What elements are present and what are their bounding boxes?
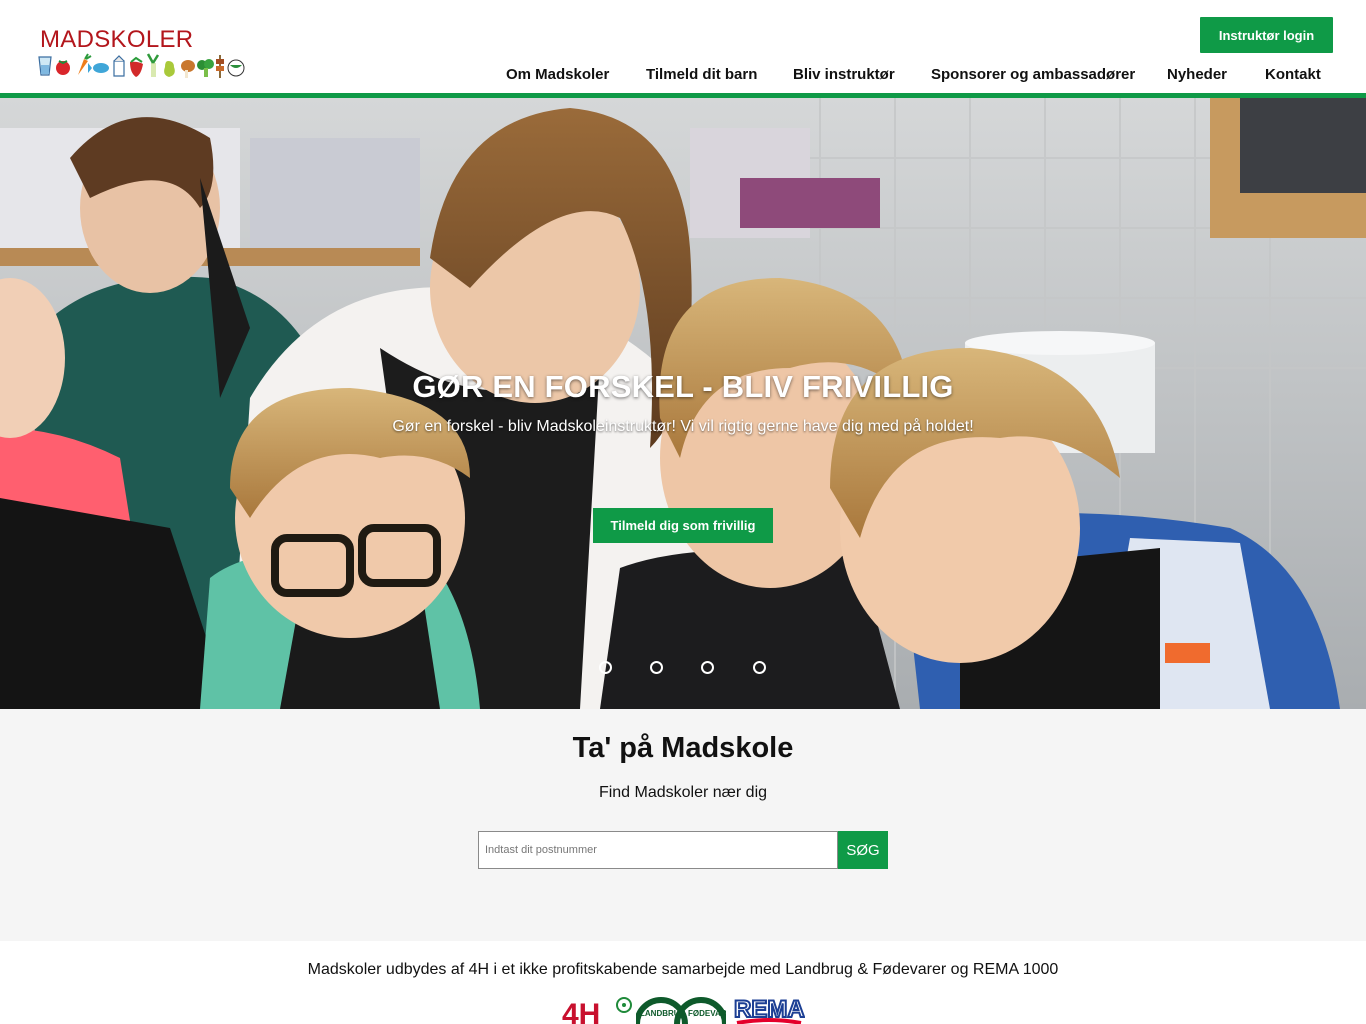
- postcode-search-input[interactable]: [478, 831, 838, 869]
- nav-item-nyheder[interactable]: Nyheder: [1167, 66, 1227, 83]
- slide-dot-2[interactable]: [650, 661, 663, 674]
- section-subtitle: Find Madskoler nær dig: [598, 784, 768, 801]
- slide-dot-1[interactable]: [599, 661, 612, 674]
- partners-statement: Madskoler udbydes af 4H i et ikke profit…: [307, 961, 1059, 978]
- logo-wordmark: MADSKOLER: [40, 26, 194, 53]
- partners-strip: Madskoler udbydes af 4H i et ikke profit…: [0, 941, 1366, 1024]
- nav-item-om-madskoler[interactable]: Om Madskoler: [506, 66, 609, 83]
- landbrug-logo-text: LANDBRUG FØDEVARER: [640, 1009, 726, 1018]
- signup-volunteer-button[interactable]: Tilmeld dig som frivillig: [593, 508, 773, 543]
- nav-item-tilmeld-dit-barn[interactable]: Tilmeld dit barn: [646, 66, 757, 83]
- nav-item-sponsorer[interactable]: Sponsorer og ambassadører: [931, 66, 1135, 83]
- slide-dot-3[interactable]: [701, 661, 714, 674]
- hero-subtitle: Gør en forskel - bliv Madskoleinstruktør…: [392, 418, 974, 435]
- search-button[interactable]: SØG: [838, 831, 888, 869]
- 4h-logo-text: 4H: [562, 998, 600, 1024]
- site-header: MADSKOLER Instruktør login Om Madskoler …: [0, 0, 1366, 93]
- rema-1000-logo[interactable]: REMA: [733, 995, 805, 1024]
- hero-title: GØR EN FORSKEL - BLIV FRIVILLIG: [412, 369, 954, 404]
- hero-slider: GØR EN FORSKEL - BLIV FRIVILLIG Gør en f…: [0, 98, 1366, 709]
- section-title: Ta' på Madskole: [572, 732, 794, 764]
- slide-dot-4[interactable]: [753, 661, 766, 674]
- nav-item-kontakt[interactable]: Kontakt: [1265, 66, 1321, 83]
- nav-item-bliv-instruktor[interactable]: Bliv instruktør: [793, 66, 895, 83]
- landbrug-foedevarer-logo[interactable]: LANDBRUG FØDEVARER: [636, 994, 726, 1024]
- 4h-logo[interactable]: 4H: [560, 996, 635, 1024]
- main-navigation: Om Madskoler Tilmeld dit barn Bliv instr…: [0, 66, 1366, 84]
- slider-pagination: [0, 661, 1366, 675]
- find-madskole-section: Ta' på Madskole Find Madskoler nær dig S…: [0, 709, 1366, 941]
- instructor-login-button[interactable]: Instruktør login: [1200, 17, 1333, 53]
